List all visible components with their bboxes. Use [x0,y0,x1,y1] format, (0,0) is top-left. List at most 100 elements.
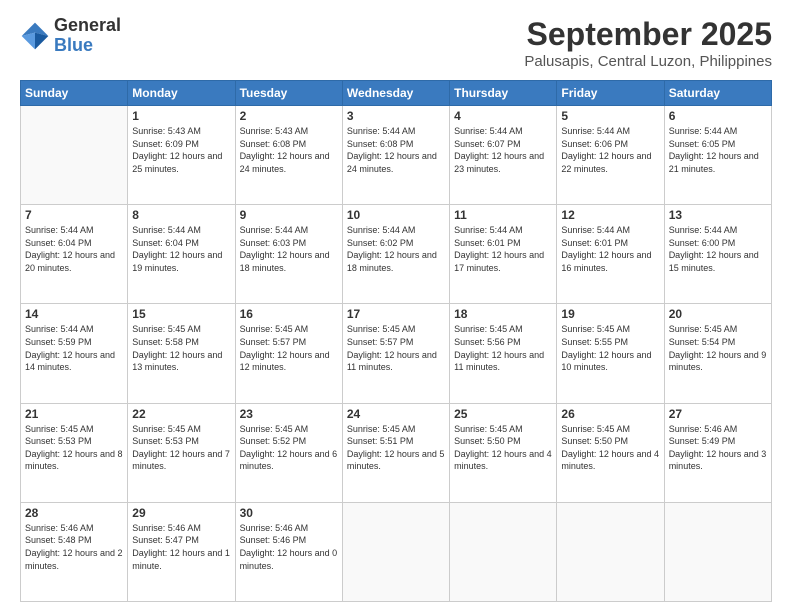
calendar-week-row: 1 Sunrise: 5:43 AMSunset: 6:09 PMDaylight… [21,106,772,205]
day-number: 9 [240,208,338,222]
calendar-day-cell [557,502,664,601]
calendar-day-cell: 10 Sunrise: 5:44 AMSunset: 6:02 PMDayligh… [342,205,449,304]
logo-icon [20,21,50,51]
day-number: 18 [454,307,552,321]
day-number: 8 [132,208,230,222]
day-info: Sunrise: 5:45 AMSunset: 5:54 PMDaylight:… [669,323,767,373]
day-number: 28 [25,506,123,520]
day-number: 30 [240,506,338,520]
day-info: Sunrise: 5:45 AMSunset: 5:50 PMDaylight:… [561,423,659,473]
calendar-day-cell: 27 Sunrise: 5:46 AMSunset: 5:49 PMDayligh… [664,403,771,502]
day-info: Sunrise: 5:44 AMSunset: 6:06 PMDaylight:… [561,125,659,175]
day-info: Sunrise: 5:43 AMSunset: 6:09 PMDaylight:… [132,125,230,175]
day-number: 14 [25,307,123,321]
calendar-day-cell: 25 Sunrise: 5:45 AMSunset: 5:50 PMDayligh… [450,403,557,502]
logo-text: General Blue [54,16,121,56]
calendar-day-cell: 3Sunrise: 5:44 AMSunset: 6:08 PMDaylight… [342,106,449,205]
day-number: 12 [561,208,659,222]
day-info: Sunrise: 5:44 AMSunset: 6:07 PMDaylight:… [454,125,552,175]
calendar-day-header: Tuesday [235,81,342,106]
day-info: Sunrise: 5:45 AMSunset: 5:53 PMDaylight:… [25,423,123,473]
calendar-day-cell: 15 Sunrise: 5:45 AMSunset: 5:58 PMDayligh… [128,304,235,403]
day-number: 17 [347,307,445,321]
page-title: September 2025 [524,16,772,53]
calendar-day-cell: 22Sunrise: 5:45 AMSunset: 5:53 PMDayligh… [128,403,235,502]
day-info: Sunrise: 5:44 AMSunset: 5:59 PMDaylight:… [25,323,123,373]
day-info: Sunrise: 5:45 AMSunset: 5:50 PMDaylight:… [454,423,552,473]
day-number: 13 [669,208,767,222]
calendar-day-cell: 12 Sunrise: 5:44 AMSunset: 6:01 PMDayligh… [557,205,664,304]
day-info: Sunrise: 5:44 AMSunset: 6:02 PMDaylight:… [347,224,445,274]
day-info: Sunrise: 5:46 AMSunset: 5:49 PMDaylight:… [669,423,767,473]
calendar-header-row: SundayMondayTuesdayWednesdayThursdayFrid… [21,81,772,106]
page: General Blue September 2025 Palusapis, C… [0,0,792,612]
day-number: 21 [25,407,123,421]
day-number: 5 [561,109,659,123]
day-info: Sunrise: 5:44 AMSunset: 6:03 PMDaylight:… [240,224,338,274]
day-number: 16 [240,307,338,321]
calendar-day-cell: 18 Sunrise: 5:45 AMSunset: 5:56 PMDayligh… [450,304,557,403]
day-info: Sunrise: 5:45 AMSunset: 5:56 PMDaylight:… [454,323,552,373]
day-number: 2 [240,109,338,123]
calendar-day-cell: 23 Sunrise: 5:45 AMSunset: 5:52 PMDayligh… [235,403,342,502]
day-info: Sunrise: 5:45 AMSunset: 5:53 PMDaylight:… [132,423,230,473]
calendar-week-row: 7 Sunrise: 5:44 AMSunset: 6:04 PMDaylight… [21,205,772,304]
day-info: Sunrise: 5:44 AMSunset: 6:01 PMDaylight:… [561,224,659,274]
day-number: 6 [669,109,767,123]
calendar-day-cell: 29 Sunrise: 5:46 AMSunset: 5:47 PMDayligh… [128,502,235,601]
day-number: 25 [454,407,552,421]
calendar-day-cell: 11 Sunrise: 5:44 AMSunset: 6:01 PMDayligh… [450,205,557,304]
day-info: Sunrise: 5:46 AMSunset: 5:47 PMDaylight:… [132,522,230,572]
day-info: Sunrise: 5:44 AMSunset: 6:05 PMDaylight:… [669,125,767,175]
calendar-day-cell: 20 Sunrise: 5:45 AMSunset: 5:54 PMDayligh… [664,304,771,403]
day-info: Sunrise: 5:46 AMSunset: 5:48 PMDaylight:… [25,522,123,572]
day-info: Sunrise: 5:45 AMSunset: 5:58 PMDaylight:… [132,323,230,373]
day-number: 20 [669,307,767,321]
day-number: 11 [454,208,552,222]
calendar-day-cell: 28 Sunrise: 5:46 AMSunset: 5:48 PMDayligh… [21,502,128,601]
day-info: Sunrise: 5:45 AMSunset: 5:51 PMDaylight:… [347,423,445,473]
calendar-week-row: 28 Sunrise: 5:46 AMSunset: 5:48 PMDayligh… [21,502,772,601]
calendar-day-cell: 14 Sunrise: 5:44 AMSunset: 5:59 PMDayligh… [21,304,128,403]
day-info: Sunrise: 5:44 AMSunset: 6:01 PMDaylight:… [454,224,552,274]
day-number: 15 [132,307,230,321]
day-info: Sunrise: 5:45 AMSunset: 5:57 PMDaylight:… [347,323,445,373]
day-number: 23 [240,407,338,421]
calendar-day-cell: 4 Sunrise: 5:44 AMSunset: 6:07 PMDaylight… [450,106,557,205]
calendar-day-cell: 6 Sunrise: 5:44 AMSunset: 6:05 PMDaylight… [664,106,771,205]
calendar-day-cell: 21 Sunrise: 5:45 AMSunset: 5:53 PMDayligh… [21,403,128,502]
calendar-day-cell: 26 Sunrise: 5:45 AMSunset: 5:50 PMDayligh… [557,403,664,502]
day-number: 10 [347,208,445,222]
calendar-day-cell: 24 Sunrise: 5:45 AMSunset: 5:51 PMDayligh… [342,403,449,502]
page-subtitle: Palusapis, Central Luzon, Philippines [524,53,772,70]
day-number: 4 [454,109,552,123]
calendar-day-cell: 17 Sunrise: 5:45 AMSunset: 5:57 PMDayligh… [342,304,449,403]
day-number: 3 [347,109,445,123]
calendar-day-header: Wednesday [342,81,449,106]
day-number: 19 [561,307,659,321]
day-number: 29 [132,506,230,520]
calendar-day-cell: 30Sunrise: 5:46 AMSunset: 5:46 PMDayligh… [235,502,342,601]
calendar-day-cell: 13Sunrise: 5:44 AMSunset: 6:00 PMDayligh… [664,205,771,304]
calendar-day-cell: 7 Sunrise: 5:44 AMSunset: 6:04 PMDaylight… [21,205,128,304]
day-info: Sunrise: 5:45 AMSunset: 5:52 PMDaylight:… [240,423,338,473]
day-info: Sunrise: 5:44 AMSunset: 6:04 PMDaylight:… [132,224,230,274]
day-number: 26 [561,407,659,421]
calendar-day-cell [342,502,449,601]
day-info: Sunrise: 5:45 AMSunset: 5:57 PMDaylight:… [240,323,338,373]
logo-line1: General [54,16,121,36]
calendar-day-cell: 16 Sunrise: 5:45 AMSunset: 5:57 PMDayligh… [235,304,342,403]
day-number: 7 [25,208,123,222]
calendar-day-cell: 1 Sunrise: 5:43 AMSunset: 6:09 PMDaylight… [128,106,235,205]
calendar-table: SundayMondayTuesdayWednesdayThursdayFrid… [20,80,772,602]
logo: General Blue [20,16,121,56]
day-number: 27 [669,407,767,421]
day-number: 24 [347,407,445,421]
title-block: September 2025 Palusapis, Central Luzon,… [524,16,772,70]
calendar-day-header: Friday [557,81,664,106]
calendar-day-cell: 5 Sunrise: 5:44 AMSunset: 6:06 PMDaylight… [557,106,664,205]
header: General Blue September 2025 Palusapis, C… [20,16,772,70]
day-info: Sunrise: 5:44 AMSunset: 6:04 PMDaylight:… [25,224,123,274]
day-number: 1 [132,109,230,123]
day-info: Sunrise: 5:45 AMSunset: 5:55 PMDaylight:… [561,323,659,373]
